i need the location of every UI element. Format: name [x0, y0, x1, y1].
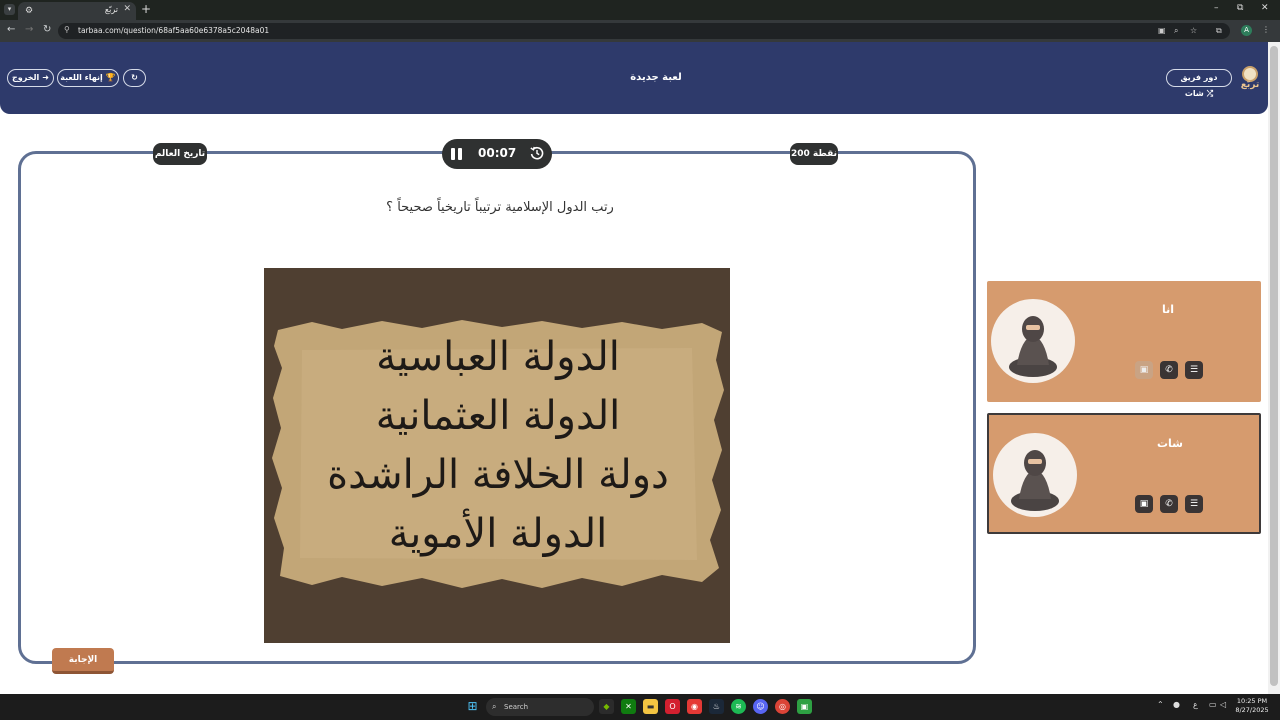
windows-start-icon[interactable]: ⊞: [465, 699, 480, 714]
profile-avatar[interactable]: A: [1241, 25, 1252, 36]
os-taskbar: ⊞ ⌕ Search ◆ ✕ ▬ O ◉ ♨ ≋ ☺ ◎ ▣ ⌃ ● ع ▭ ◁…: [0, 694, 1280, 720]
avatar: [991, 299, 1075, 383]
timer-value: 00:07: [478, 146, 517, 160]
tab-close-icon[interactable]: ✕: [123, 4, 131, 14]
browser-toolbar: ← → ↻ ⚲ tarbaa.com/question/68af5aa60e63…: [0, 20, 1280, 42]
spotify-icon[interactable]: ≋: [731, 699, 746, 714]
discord-icon[interactable]: ☺: [753, 699, 768, 714]
end-game-label: إنهاء اللعبة: [60, 73, 103, 82]
page-title: لعبة جديدة: [630, 72, 682, 83]
app-logo[interactable]: تربّع: [1238, 66, 1262, 94]
volume-icon[interactable]: ◁: [1220, 700, 1226, 709]
share-icon: ↻: [131, 73, 138, 82]
extensions-icon[interactable]: ⧉: [1216, 26, 1222, 36]
end-game-button[interactable]: إنهاء اللعبة 🏆: [57, 69, 119, 87]
exit-icon: ➜: [42, 73, 49, 82]
trophy-icon: 🏆: [105, 73, 116, 82]
new-tab-icon[interactable]: +: [141, 2, 151, 16]
browser-menu-icon[interactable]: ⋮: [1262, 25, 1270, 34]
url-text: tarbaa.com/question/68af5aa60e6378a5c204…: [78, 26, 270, 35]
parchment-text: الدولة العباسية الدولة العثمانية دولة ال…: [272, 328, 724, 564]
back-icon[interactable]: ←: [7, 24, 15, 35]
list-icon[interactable]: ☰: [1185, 361, 1203, 379]
mic-icon[interactable]: ●: [1173, 700, 1180, 709]
tab-search-icon[interactable]: ▾: [4, 4, 15, 15]
camera-icon[interactable]: ▣: [1135, 361, 1153, 379]
network-icon[interactable]: ▭: [1209, 700, 1217, 709]
player-name: شات: [1156, 437, 1183, 450]
search-label: Search: [504, 703, 529, 711]
tray-chevron-icon[interactable]: ⌃: [1157, 700, 1164, 709]
zoom-icon[interactable]: ⌕: [1174, 26, 1178, 36]
logo-text: تربّع: [1240, 80, 1260, 90]
image-line-2: الدولة العثمانية: [375, 393, 621, 439]
player-name: انا: [1161, 303, 1175, 316]
share-button[interactable]: ↻: [123, 69, 146, 87]
minimize-icon[interactable]: –: [1214, 3, 1219, 13]
player-card-active: شات ▣ ✆ ☰: [987, 413, 1261, 534]
chrome-icon[interactable]: ◎: [775, 699, 790, 714]
image-line-1: الدولة العباسية: [376, 334, 620, 380]
clock[interactable]: 10:25 PM 8/27/2025: [1232, 697, 1272, 715]
language-indicator[interactable]: ع: [1193, 700, 1198, 709]
list-icon[interactable]: ☰: [1185, 495, 1203, 513]
clock-date: 8/27/2025: [1235, 706, 1269, 714]
app-icon[interactable]: ▣: [797, 699, 812, 714]
avatar: [993, 433, 1077, 517]
search-icon: ⌕: [492, 702, 497, 711]
phone-icon[interactable]: ✆: [1160, 361, 1178, 379]
file-explorer-icon[interactable]: ▬: [643, 699, 658, 714]
shuffle-icon: ⤮: [1206, 89, 1214, 98]
app-header: الخروج ➜ إنهاء اللعبة 🏆 ↻ لعبة جديدة دور ف…: [0, 42, 1268, 114]
bookmark-star-icon[interactable]: ☆: [1190, 26, 1197, 35]
player-avatar-icon: [1011, 450, 1059, 511]
page-scrollbar[interactable]: [1268, 42, 1280, 694]
maximize-icon[interactable]: ⧉: [1237, 3, 1243, 13]
xbox-icon[interactable]: ✕: [621, 699, 636, 714]
taskbar-search[interactable]: ⌕ Search: [486, 698, 594, 716]
pause-icon[interactable]: [451, 148, 462, 160]
team-turn-button[interactable]: دور فريق شات ⤮: [1166, 69, 1232, 98]
browser-tab-bar: ▾ ⚙ تربّع ✕ + – ⧉ ✕: [0, 0, 1280, 20]
reload-icon[interactable]: ↻: [43, 24, 51, 35]
player-avatar-icon: [1009, 316, 1057, 377]
camera-icon[interactable]: ▣: [1135, 495, 1153, 513]
game-app-icon[interactable]: ◉: [687, 699, 702, 714]
forward-icon[interactable]: →: [25, 24, 33, 35]
close-window-icon[interactable]: ✕: [1261, 3, 1269, 13]
points-badge: 200 نقطة: [790, 143, 838, 165]
scrollbar-thumb[interactable]: [1270, 46, 1278, 686]
tab-title: تربّع: [104, 5, 118, 14]
category-badge: تاريخ العالم: [153, 143, 207, 165]
steam-icon[interactable]: ♨: [709, 699, 724, 714]
page: الخروج ➜ إنهاء اللعبة 🏆 ↻ لعبة جديدة دور ف…: [0, 42, 1268, 694]
install-icon[interactable]: ▣: [1158, 26, 1166, 35]
phone-icon[interactable]: ✆: [1160, 495, 1178, 513]
image-line-4: الدولة الأموية: [388, 511, 608, 557]
site-favicon-icon: ⚙: [24, 6, 34, 16]
nvidia-icon[interactable]: ◆: [599, 699, 614, 714]
timer: 00:07: [442, 139, 552, 169]
exit-button[interactable]: الخروج ➜: [7, 69, 54, 87]
site-info-icon[interactable]: ⚲: [64, 25, 70, 34]
player-card: انا ▣ ✆ ☰: [987, 281, 1261, 402]
clock-time: 10:25 PM: [1236, 697, 1268, 705]
question-image: الدولة العباسية الدولة العثمانية دولة ال…: [264, 268, 730, 643]
answer-button[interactable]: الإجابة: [52, 648, 114, 674]
reset-timer-icon[interactable]: [530, 146, 544, 160]
opera-icon[interactable]: O: [665, 699, 680, 714]
address-bar[interactable]: ⚲ tarbaa.com/question/68af5aa60e6378a5c2…: [58, 23, 1230, 39]
question-text: رتب الدول الإسلامية ترتيباً تاريخياً صحي…: [386, 200, 614, 215]
browser-tab[interactable]: ⚙ تربّع ✕: [18, 2, 136, 20]
exit-label: الخروج: [12, 73, 40, 82]
image-line-3: دولة الخلافة الراشدة: [327, 452, 669, 498]
